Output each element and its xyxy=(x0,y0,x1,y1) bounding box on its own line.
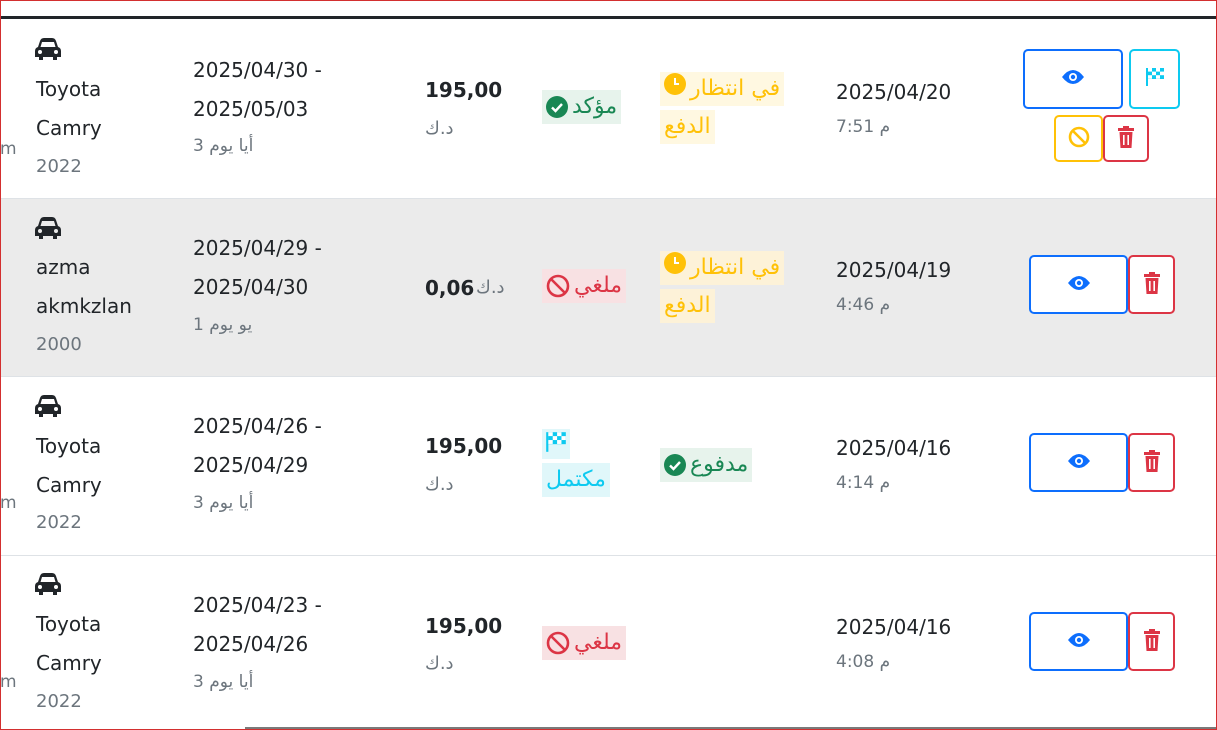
ban-icon xyxy=(546,631,570,655)
currency: د.ك xyxy=(425,118,454,139)
created-time: م 4:46 xyxy=(836,295,891,315)
delete-button[interactable] xyxy=(1103,115,1149,162)
delete-button[interactable] xyxy=(1128,612,1175,671)
view-button[interactable] xyxy=(1029,433,1128,492)
car-icon xyxy=(35,395,61,417)
payment-badge: في انتظار الدفع xyxy=(660,251,785,323)
car-icon xyxy=(35,38,61,60)
created-date: 2025/04/20 xyxy=(836,80,952,104)
truncated-cell-text: m xyxy=(0,672,17,692)
eye-icon xyxy=(1067,275,1091,295)
flag-icon xyxy=(1144,67,1166,91)
vehicle-name: Toyota Camry xyxy=(36,70,176,147)
status-label: مؤكد xyxy=(572,94,618,119)
ban-icon xyxy=(1068,126,1090,152)
vehicle-model: Camry xyxy=(36,472,102,497)
delete-button[interactable] xyxy=(1128,433,1175,492)
eye-icon xyxy=(1061,69,1085,89)
payment-label: في انتظار xyxy=(690,255,781,280)
vehicle-name: azma akmkzlan xyxy=(36,248,176,325)
clock-icon xyxy=(664,251,686,285)
date-range: 2025/04/29 - 2025/04/30 xyxy=(193,236,322,299)
vehicle-make: Toyota xyxy=(36,612,102,636)
vehicle-name: Toyota Camry xyxy=(36,605,176,682)
created-date: 2025/04/16 xyxy=(836,436,952,460)
payment-label: مدفوع xyxy=(690,452,749,477)
date-range: 2025/04/30 - 2025/05/03 xyxy=(193,58,322,121)
amount: 0,06 xyxy=(425,276,475,300)
vehicle-model: Camry xyxy=(36,650,102,675)
view-button[interactable] xyxy=(1023,49,1123,109)
payment-badge: مدفوع xyxy=(660,448,753,482)
amount: 195,00 xyxy=(425,434,503,458)
rental-duration: يو يوم 1 xyxy=(193,315,253,335)
rental-duration: أيا يوم 3 xyxy=(193,136,254,156)
view-button[interactable] xyxy=(1029,255,1128,314)
eye-icon xyxy=(1067,632,1091,652)
rental-duration: أيا يوم 3 xyxy=(193,672,254,692)
created-date: 2025/04/19 xyxy=(836,258,952,282)
currency: د.ك xyxy=(476,277,505,298)
date-range: 2025/04/23 - 2025/04/26 xyxy=(193,593,322,656)
amount: 195,00 xyxy=(425,78,503,102)
rental-duration: أيا يوم 3 xyxy=(193,493,254,513)
created-time: م 4:14 xyxy=(836,473,891,493)
vehicle-model: Camry xyxy=(36,115,102,140)
eye-icon xyxy=(1067,453,1091,473)
vehicle-year: 2022 xyxy=(36,512,82,533)
vehicle-make: Toyota xyxy=(36,77,102,101)
delete-button[interactable] xyxy=(1128,255,1175,314)
complete-button[interactable] xyxy=(1129,49,1180,109)
clock-icon xyxy=(664,72,686,106)
vehicle-make: azma xyxy=(36,255,91,279)
amount: 195,00 xyxy=(425,614,503,638)
vehicle-make: Toyota xyxy=(36,434,102,458)
payment-label-cont: الدفع xyxy=(660,289,715,323)
status-badge: ملغي xyxy=(542,269,627,303)
vehicle-year: 2022 xyxy=(36,691,82,712)
status-label: ملغي xyxy=(574,630,623,655)
currency: د.ك xyxy=(425,653,454,674)
check-circle-icon xyxy=(546,96,568,118)
vehicle-year: 2000 xyxy=(36,334,82,355)
check-circle-icon xyxy=(664,454,686,476)
currency: د.ك xyxy=(425,474,454,495)
ban-icon xyxy=(546,274,570,298)
truncated-cell-text: m xyxy=(0,139,17,159)
trash-icon xyxy=(1143,449,1161,476)
status-label: ملغي xyxy=(574,273,623,298)
car-icon xyxy=(35,217,61,239)
flag-icon xyxy=(542,429,570,459)
date-range: 2025/04/26 - 2025/04/29 xyxy=(193,414,322,477)
payment-label: في انتظار xyxy=(690,76,781,101)
payment-label-cont: الدفع xyxy=(660,110,715,144)
trash-icon xyxy=(1117,125,1135,152)
vehicle-model: akmkzlan xyxy=(36,293,132,318)
table-row: m Toyota Camry 2022 2025/04/23 - 2025/04… xyxy=(0,556,1217,730)
status-badge: ملغي xyxy=(542,626,627,660)
status-label: مكتمل xyxy=(542,463,610,497)
table-row: m Toyota Camry 2022 2025/04/30 - 2025/05… xyxy=(0,19,1217,199)
created-time: م 7:51 xyxy=(836,117,891,137)
cancel-button[interactable] xyxy=(1054,115,1103,162)
status-badge: مكتمل xyxy=(542,429,610,497)
status-badge: مؤكد xyxy=(542,90,622,124)
car-icon xyxy=(35,573,61,595)
truncated-cell-text: m xyxy=(0,493,17,513)
created-date: 2025/04/16 xyxy=(836,615,952,639)
table-row: m Toyota Camry 2022 2025/04/26 - 2025/04… xyxy=(0,377,1217,556)
table-row: azma akmkzlan 2000 2025/04/29 - 2025/04/… xyxy=(0,199,1217,377)
trash-icon xyxy=(1143,271,1161,298)
payment-badge: في انتظار الدفع xyxy=(660,72,785,144)
scrollbar-track xyxy=(245,727,1217,729)
vehicle-name: Toyota Camry xyxy=(36,427,176,504)
trash-icon xyxy=(1143,628,1161,655)
view-button[interactable] xyxy=(1029,612,1128,671)
vehicle-year: 2022 xyxy=(36,156,82,177)
created-time: م 4:08 xyxy=(836,652,891,672)
